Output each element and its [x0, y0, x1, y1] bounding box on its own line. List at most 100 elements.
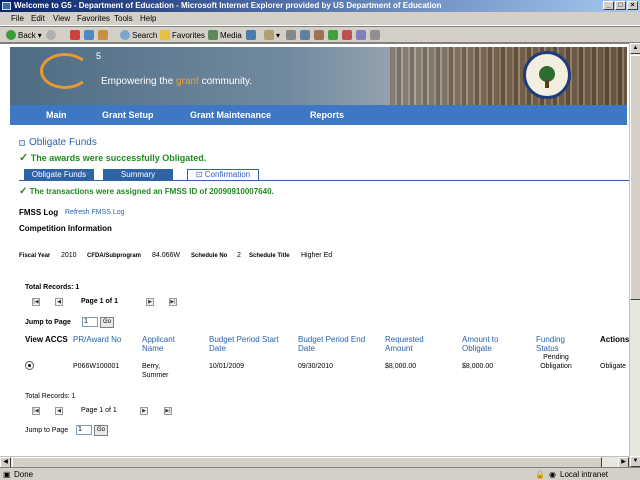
status-bar: ▣ Done 🔒 ◉ Local intranet	[0, 467, 640, 480]
scroll-up-arrow[interactable]: ▲	[630, 43, 640, 54]
col-requested-amount[interactable]: Requested Amount	[385, 335, 435, 353]
prev-page-button[interactable]: ◀	[55, 298, 63, 306]
home-icon	[98, 30, 108, 40]
mail-icon	[264, 30, 274, 40]
g5-logo-superscript: 5	[96, 51, 102, 61]
media-button[interactable]: Media	[208, 30, 242, 40]
first-page-button[interactable]: |◀	[32, 298, 40, 306]
next-page-button-bottom[interactable]: ▶	[140, 407, 148, 415]
total-records-bottom: Total Records: 1	[25, 393, 76, 400]
search-button[interactable]: Search	[120, 30, 157, 40]
vertical-scrollbar[interactable]: ▲ ▼	[629, 43, 640, 467]
back-button[interactable]: Back ▾	[6, 30, 42, 40]
main-nav: Main Grant Setup Grant Maintenance Repor…	[10, 105, 627, 125]
history-button[interactable]	[246, 30, 256, 40]
refresh-icon	[84, 30, 94, 40]
edit-button[interactable]	[300, 30, 310, 40]
menu-file[interactable]: File	[11, 14, 24, 23]
success-message: ✓ The awards were successfully Obligated…	[19, 152, 207, 164]
home-button[interactable]	[98, 30, 108, 40]
nav-main[interactable]: Main	[46, 110, 67, 120]
messenger-icon	[328, 30, 338, 40]
col-start-date[interactable]: Budget Period Start Date	[209, 335, 279, 353]
tab-icon: ⊡	[195, 170, 203, 179]
tools-icon	[370, 30, 380, 40]
cell-action[interactable]: Obligate	[600, 362, 626, 371]
schedule-no-label: Schedule No	[191, 253, 228, 259]
last-page-button-bottom[interactable]: ▶|	[164, 407, 172, 415]
go-button-bottom[interactable]: Go	[94, 425, 108, 436]
refresh-button[interactable]	[84, 30, 94, 40]
browser-toolbar: Back ▾ Search Favorites Media ▾	[0, 26, 640, 43]
cell-applicant: Berry, Summer	[142, 363, 169, 379]
jump-to-page-label-bottom: Jump to Page	[25, 427, 69, 434]
cell-funding-status: Pending Obligation	[540, 354, 572, 370]
schedule-title-value: Higher Ed	[301, 252, 333, 259]
page-title: Obligate Funds	[19, 137, 97, 148]
menu-help[interactable]: Help	[140, 14, 156, 23]
menu-edit[interactable]: Edit	[31, 14, 45, 23]
refresh-fmss-log-link[interactable]: Refresh FMSS Log	[65, 209, 125, 216]
status-text: Done	[14, 470, 34, 479]
edit-icon	[300, 30, 310, 40]
discuss-button[interactable]	[314, 30, 324, 40]
g5-banner: 5 Empowering the grant community.	[10, 47, 627, 105]
maximize-button[interactable]: □	[615, 1, 626, 10]
jump-to-page-label: Jump to Page	[25, 319, 71, 326]
page-info-bottom: Page 1 of 1	[81, 407, 117, 414]
minimize-button[interactable]: _	[603, 1, 614, 10]
cfda-label: CFDA/Subprogram	[87, 253, 141, 259]
jump-to-page-input-bottom[interactable]: 1	[76, 425, 92, 435]
forward-button[interactable]	[46, 30, 56, 40]
lock-icon: 🔒	[535, 470, 545, 479]
messenger-button[interactable]	[328, 30, 338, 40]
schedule-title-label: Schedule Title	[249, 253, 290, 259]
scroll-down-arrow[interactable]: ▼	[630, 456, 640, 467]
page-info-top: Page 1 of 1	[81, 298, 118, 305]
nav-grant-setup[interactable]: Grant Setup	[102, 110, 154, 120]
bookmark-button[interactable]	[356, 30, 366, 40]
g5-logo	[40, 53, 90, 89]
menu-bar: File Edit View Favorites Tools Help	[0, 12, 640, 26]
horizontal-scrollbar[interactable]: ◀ ▶	[0, 456, 629, 468]
print-icon	[286, 30, 296, 40]
col-applicant-name[interactable]: Applicant Name	[142, 335, 194, 353]
nav-reports[interactable]: Reports	[310, 110, 344, 120]
last-page-button[interactable]: ▶|	[169, 298, 177, 306]
go-button[interactable]: Go	[100, 317, 114, 328]
window-titlebar: Welcome to G5 - Department of Education …	[0, 0, 640, 12]
vertical-scroll-thumb[interactable]	[630, 55, 640, 300]
stop-icon	[70, 30, 80, 40]
stop-button[interactable]	[70, 30, 80, 40]
next-page-button[interactable]: ▶	[146, 298, 154, 306]
col-amount-to-obligate[interactable]: Amount to Obligate	[462, 335, 514, 353]
col-view-accs: View ACCS	[25, 335, 68, 344]
forward-arrow-icon	[46, 30, 56, 40]
menu-view[interactable]: View	[53, 14, 70, 23]
prev-page-button-bottom[interactable]: ◀	[55, 407, 63, 415]
first-page-button-bottom[interactable]: |◀	[32, 407, 40, 415]
jump-to-page-input[interactable]: 1	[82, 317, 98, 327]
col-actions: Actions	[600, 335, 630, 344]
total-records-top: Total Records: 1	[25, 284, 80, 291]
close-button[interactable]: ×	[627, 1, 638, 10]
competition-info-heading: Competition Information	[19, 224, 112, 233]
favorites-button[interactable]: Favorites	[160, 30, 205, 40]
back-arrow-icon	[6, 30, 16, 40]
schedule-no-value: 2	[237, 252, 241, 259]
discuss-icon	[314, 30, 324, 40]
menu-tools[interactable]: Tools	[114, 14, 133, 23]
col-pr-award-no[interactable]: PR/Award No	[73, 335, 121, 344]
tools-button[interactable]	[370, 30, 380, 40]
mail-button[interactable]: ▾	[264, 30, 280, 40]
research-button[interactable]	[342, 30, 352, 40]
view-accs-radio[interactable]	[25, 361, 34, 370]
collapse-icon[interactable]	[19, 139, 25, 146]
print-button[interactable]	[286, 30, 296, 40]
nav-grant-maintenance[interactable]: Grant Maintenance	[190, 110, 271, 120]
col-end-date[interactable]: Budget Period End Date	[298, 335, 368, 353]
ie-icon	[2, 2, 11, 10]
col-funding-status[interactable]: Funding Status	[536, 335, 581, 353]
menu-favorites[interactable]: Favorites	[77, 14, 110, 23]
cfda-value: 84.066W	[152, 252, 181, 259]
